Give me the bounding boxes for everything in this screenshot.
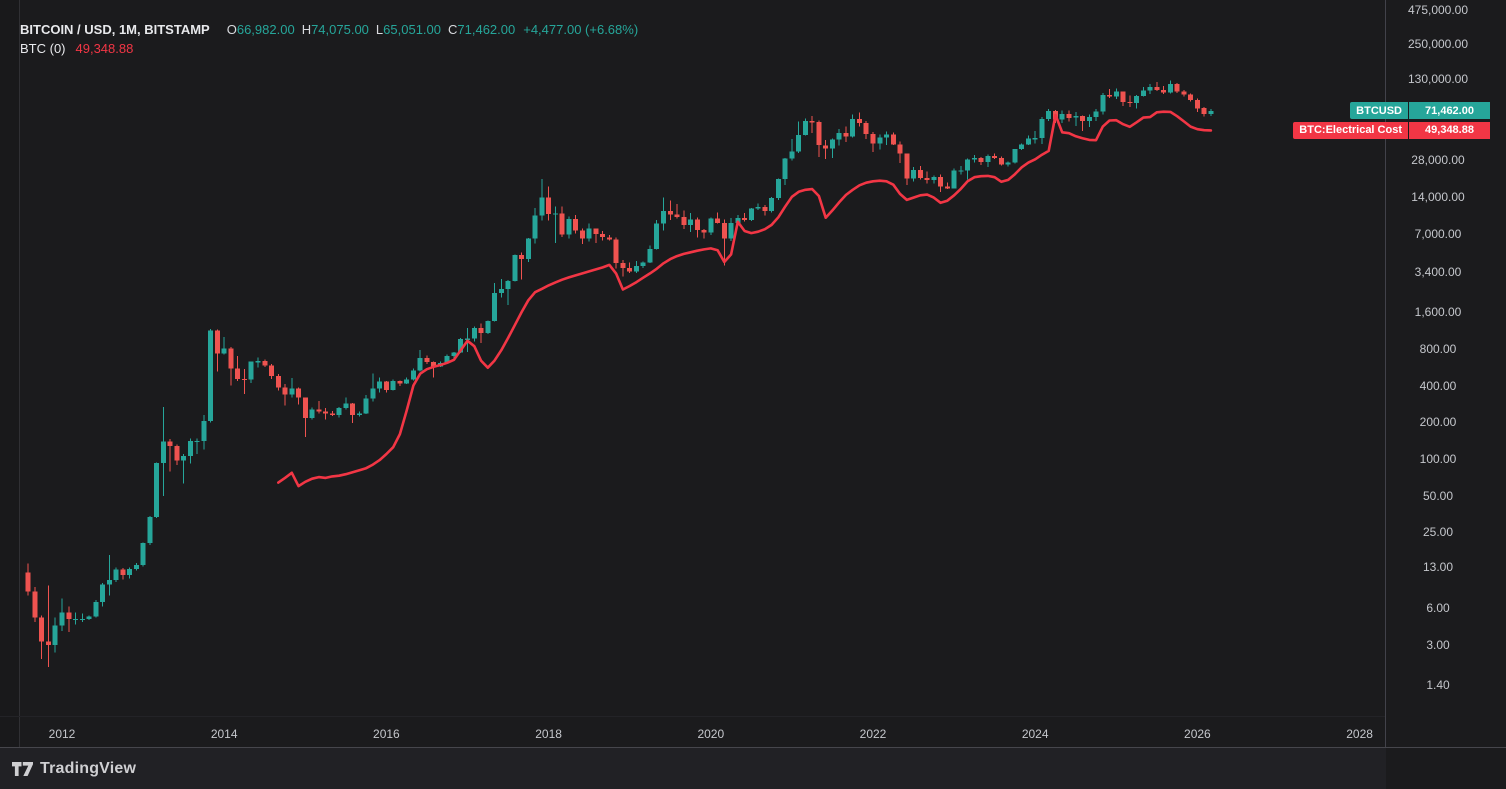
electrical-cost-tag-value: 49,348.88 [1409,121,1490,139]
price-tick-label: 3.00 [1426,637,1450,652]
btcusd-tag-value: 71,462.00 [1409,102,1490,120]
time-tick-label: 2022 [859,727,887,741]
high-value: 74,075.00 [311,22,369,37]
btcusd-price-tag[interactable]: BTCUSD 71,462.00 [1350,102,1490,120]
time-axis[interactable]: 2012 2014 2016 2018 2020 2022 2024 2026 2028 [0,716,1385,748]
tradingview-logo-text: TradingView [40,760,137,777]
symbol-legend-row: BITCOIN / USD, 1M, BITSTAMP O 66,982.00 H… [20,20,638,39]
time-tick-label: 2018 [535,727,562,741]
price-tick-label: 250,000.00 [1407,37,1469,52]
electrical-cost-line [277,110,1213,488]
low-label: L [375,22,384,37]
electrical-cost-tag-label: BTC:Electrical Cost [1293,121,1408,139]
attribution-bar: TradingView [0,747,1506,789]
electrical-cost-price-tag[interactable]: BTC:Electrical Cost 49,348.88 [1293,121,1490,139]
price-tick-label: 3,400.00 [1414,265,1462,280]
open-label: O [226,22,237,37]
tradingview-chart-window: 2012 2014 2016 2018 2020 2022 2024 2026 2028 475… [0,0,1506,789]
low-value: 65,051.00 [383,22,441,37]
price-tick-label: 400.00 [1419,378,1457,393]
time-tick-label: 2012 [48,727,76,741]
price-tick-label: 50.00 [1422,488,1454,503]
time-tick-label: 2016 [373,727,400,741]
time-tick-label: 2028 [1346,727,1373,741]
price-tick-label: 6.00 [1426,601,1450,616]
open-value: 66,982.00 [236,22,295,37]
price-tick-label: 28,000.00 [1411,153,1465,168]
indicator-legend-row: BTC (0) 49,348.88 [20,39,638,58]
tradingview-logo-icon [12,762,33,776]
candles-layer [25,80,1214,668]
price-tick-label: 100.00 [1419,452,1457,466]
price-tick-label: 200.00 [1419,415,1457,430]
time-tick-label: 2014 [210,727,238,741]
time-tick-label: 2026 [1184,727,1211,741]
indicator-title[interactable]: BTC (0) [20,41,66,56]
btcusd-tag-label: BTCUSD [1350,102,1408,120]
tradingview-logo[interactable]: TradingView [12,760,136,778]
chart-legend: BITCOIN / USD, 1M, BITSTAMP O 66,982.00 H… [20,20,638,58]
price-tick-label: 7,000.00 [1414,226,1462,241]
change-value: +4,477.00 (+6.68%) [523,22,639,37]
close-value: 71,462.00 [457,22,516,37]
time-tick-label: 2020 [697,727,725,741]
symbol-title[interactable]: BITCOIN / USD, 1M, BITSTAMP [20,22,210,37]
price-tick-label: 13.00 [1422,560,1454,575]
price-tick-label: 130,000.00 [1407,72,1469,87]
price-tick-label: 1,600.00 [1414,305,1462,320]
axis-corner [1386,748,1506,789]
price-tick-label: 25.00 [1422,525,1454,540]
price-tick-label: 475,000.00 [1407,3,1469,18]
price-tick-label: 1.40 [1426,678,1450,693]
price-tick-label: 800.00 [1419,341,1457,356]
high-label: H [301,22,312,37]
price-chart-canvas[interactable] [0,0,1385,747]
price-tick-label: 14,000.00 [1411,190,1465,205]
time-tick-label: 2024 [1021,727,1049,741]
indicator-value: 49,348.88 [75,41,134,56]
close-label: C [448,22,458,37]
